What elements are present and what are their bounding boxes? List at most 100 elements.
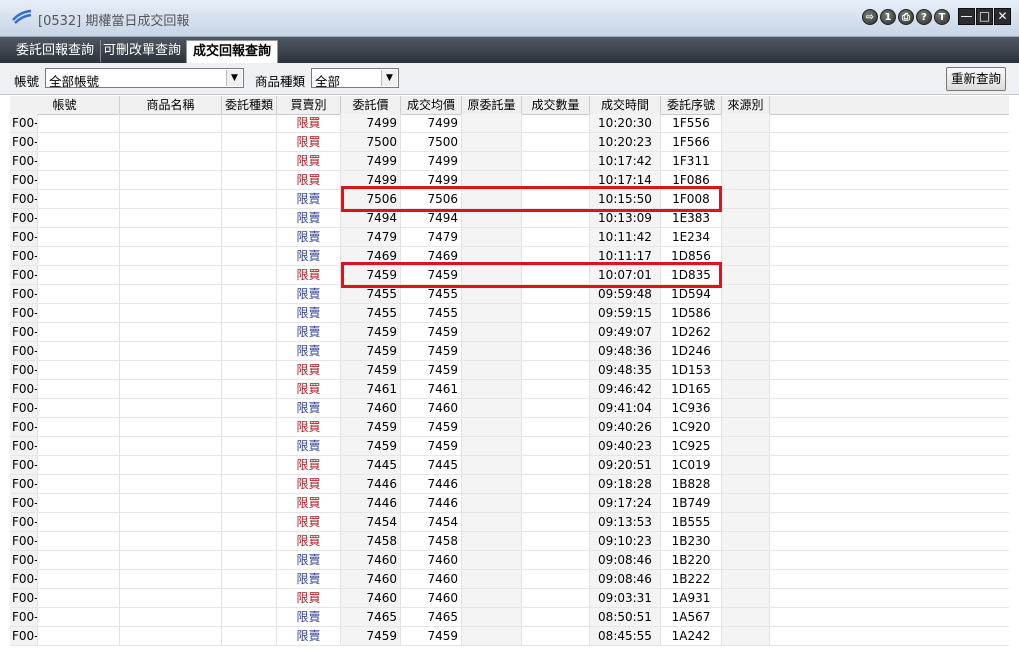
- order-type-cell: [222, 361, 277, 379]
- filler-cell: [770, 532, 1009, 550]
- avg-price-cell: 7465: [401, 608, 462, 626]
- name-cell: [38, 190, 120, 208]
- table-row[interactable]: F00- 限買 7460 7460 09:03:31 1A931: [10, 589, 1009, 608]
- table-row[interactable]: F00- 限買 7459 7459 09:40:26 1C920: [10, 418, 1009, 437]
- avg-price-cell: 7506: [401, 190, 462, 208]
- account-select[interactable]: 全部帳號 ▼: [45, 68, 244, 89]
- title-bar[interactable]: [0532] 期權當日成交回報 ⇨ 1 ⎙ ? T — □ ✕: [0, 0, 1019, 37]
- order-qty-cell: [462, 323, 522, 341]
- table-row[interactable]: F00- 限賣 7465 7465 08:50:51 1A567: [10, 608, 1009, 627]
- column-header[interactable]: 來源別: [722, 96, 770, 114]
- print-icon[interactable]: ⎙: [898, 9, 914, 25]
- table-row[interactable]: F00- 限賣 7469 7469 10:11:17 1D856: [10, 247, 1009, 266]
- fill-time-cell: 10:20:23: [590, 133, 661, 151]
- tab-cancelable-orders[interactable]: 可刪改單查詢: [97, 40, 189, 62]
- pin-icon[interactable]: T: [934, 9, 950, 25]
- source-cell: [722, 551, 770, 569]
- column-header[interactable]: 原委託量: [462, 96, 522, 114]
- filled-qty-cell: [522, 532, 590, 550]
- table-row[interactable]: F00- 限買 7458 7458 09:10:23 1B230: [10, 532, 1009, 551]
- table-row[interactable]: F00- 限買 7459 7459 10:07:01 1D835: [10, 266, 1009, 285]
- order-qty-cell: [462, 152, 522, 170]
- table-row[interactable]: F00- 限賣 7460 7460 09:41:04 1C936: [10, 399, 1009, 418]
- product-name-cell: [120, 570, 222, 588]
- table-row[interactable]: F00- 限賣 7455 7455 09:59:48 1D594: [10, 285, 1009, 304]
- table-row[interactable]: F00- 限賣 7459 7459 09:49:07 1D262: [10, 323, 1009, 342]
- column-header[interactable]: 帳號: [10, 96, 120, 114]
- fill-time-cell: 10:20:30: [590, 114, 661, 132]
- table-row[interactable]: F00- 限賣 7460 7460 09:08:46 1B220: [10, 551, 1009, 570]
- table-row[interactable]: F00- 限買 7446 7446 09:17:24 1B749: [10, 494, 1009, 513]
- table-row[interactable]: F00- 限賣 7506 7506 10:15:50 1F008: [10, 190, 1009, 209]
- maximize-button[interactable]: □: [976, 8, 993, 25]
- product-name-cell: [120, 380, 222, 398]
- avg-price-cell: 7459: [401, 418, 462, 436]
- product-name-cell: [120, 247, 222, 265]
- table-row[interactable]: F00- 限賣 7460 7460 09:08:46 1B222: [10, 570, 1009, 589]
- filler-cell: [770, 171, 1009, 189]
- product-name-cell: [120, 608, 222, 626]
- help-icon[interactable]: ?: [916, 9, 932, 25]
- close-button[interactable]: ✕: [994, 8, 1011, 25]
- chevron-down-icon[interactable]: ▼: [226, 70, 242, 86]
- info-icon[interactable]: 1: [880, 9, 896, 25]
- table-row[interactable]: F00- 限賣 7459 7459 09:48:36 1D246: [10, 342, 1009, 361]
- order-type-cell: [222, 570, 277, 588]
- column-header[interactable]: 商品名稱: [120, 96, 222, 114]
- table-row[interactable]: F00- 限買 7499 7499 10:17:14 1F086: [10, 171, 1009, 190]
- table-row[interactable]: F00- 限賣 7459 7459 09:40:23 1C925: [10, 437, 1009, 456]
- order-type-cell: [222, 190, 277, 208]
- side-cell: 限賣: [277, 228, 341, 246]
- name-cell: [38, 361, 120, 379]
- order-seq-cell: 1F008: [661, 190, 722, 208]
- column-header[interactable]: 委託價: [341, 96, 401, 114]
- filled-qty-cell: [522, 228, 590, 246]
- account-cell: F00-: [10, 114, 38, 132]
- name-cell: [38, 418, 120, 436]
- table-row[interactable]: F00- 限買 7499 7499 10:20:30 1F556: [10, 114, 1009, 133]
- chevron-down-icon[interactable]: ▼: [381, 70, 397, 86]
- side-cell: 限賣: [277, 304, 341, 322]
- exit-icon[interactable]: ⇨: [862, 9, 878, 25]
- table-row[interactable]: F00- 限賣 7479 7479 10:11:42 1E234: [10, 228, 1009, 247]
- table-row[interactable]: F00- 限買 7454 7454 09:13:53 1B555: [10, 513, 1009, 532]
- source-cell: [722, 608, 770, 626]
- order-seq-cell: 1C936: [661, 399, 722, 417]
- column-header[interactable]: 成交時間: [590, 96, 661, 114]
- side-cell: 限買: [277, 114, 341, 132]
- account-cell: F00-: [10, 570, 38, 588]
- column-header[interactable]: 成交數量: [522, 96, 590, 114]
- account-cell: F00-: [10, 456, 38, 474]
- table-row[interactable]: F00- 限賣 7494 7494 10:13:09 1E383: [10, 209, 1009, 228]
- table-row[interactable]: F00- 限賣 7459 7459 08:45:55 1A242: [10, 627, 1009, 646]
- table-row[interactable]: F00- 限買 7459 7459 09:48:35 1D153: [10, 361, 1009, 380]
- table-row[interactable]: F00- 限買 7499 7499 10:17:42 1F311: [10, 152, 1009, 171]
- name-cell: [38, 437, 120, 455]
- refresh-button[interactable]: 重新查詢: [946, 67, 1006, 91]
- order-qty-cell: [462, 589, 522, 607]
- column-header[interactable]: 買賣別: [277, 96, 341, 114]
- filter-bar: 帳號 全部帳號 ▼ 商品種類 全部 ▼ 重新查詢: [0, 63, 1019, 95]
- table-row[interactable]: F00- 限買 7461 7461 09:46:42 1D165: [10, 380, 1009, 399]
- order-seq-cell: 1B222: [661, 570, 722, 588]
- minimize-button[interactable]: —: [958, 8, 975, 25]
- order-qty-cell: [462, 437, 522, 455]
- product-select[interactable]: 全部 ▼: [311, 68, 399, 89]
- order-type-cell: [222, 551, 277, 569]
- fill-time-cell: 09:10:23: [590, 532, 661, 550]
- table-row[interactable]: F00- 限買 7445 7445 09:20:51 1C019: [10, 456, 1009, 475]
- side-cell: 限買: [277, 494, 341, 512]
- account-cell: F00-: [10, 342, 38, 360]
- table-row[interactable]: F00- 限買 7500 7500 10:20:23 1F566: [10, 133, 1009, 152]
- column-header[interactable]: 委託種類: [222, 96, 277, 114]
- fill-time-cell: 09:08:46: [590, 570, 661, 588]
- table-row[interactable]: F00- 限買 7446 7446 09:18:28 1B828: [10, 475, 1009, 494]
- column-header[interactable]: 委託序號: [661, 96, 722, 114]
- filler-cell: [770, 361, 1009, 379]
- fill-time-cell: 09:03:31: [590, 589, 661, 607]
- order-type-cell: [222, 437, 277, 455]
- column-header[interactable]: 成交均價: [401, 96, 462, 114]
- tab-order-report[interactable]: 委託回報查詢: [10, 40, 102, 62]
- table-row[interactable]: F00- 限賣 7455 7455 09:59:15 1D586: [10, 304, 1009, 323]
- tab-trade-report[interactable]: 成交回報查詢: [186, 40, 279, 64]
